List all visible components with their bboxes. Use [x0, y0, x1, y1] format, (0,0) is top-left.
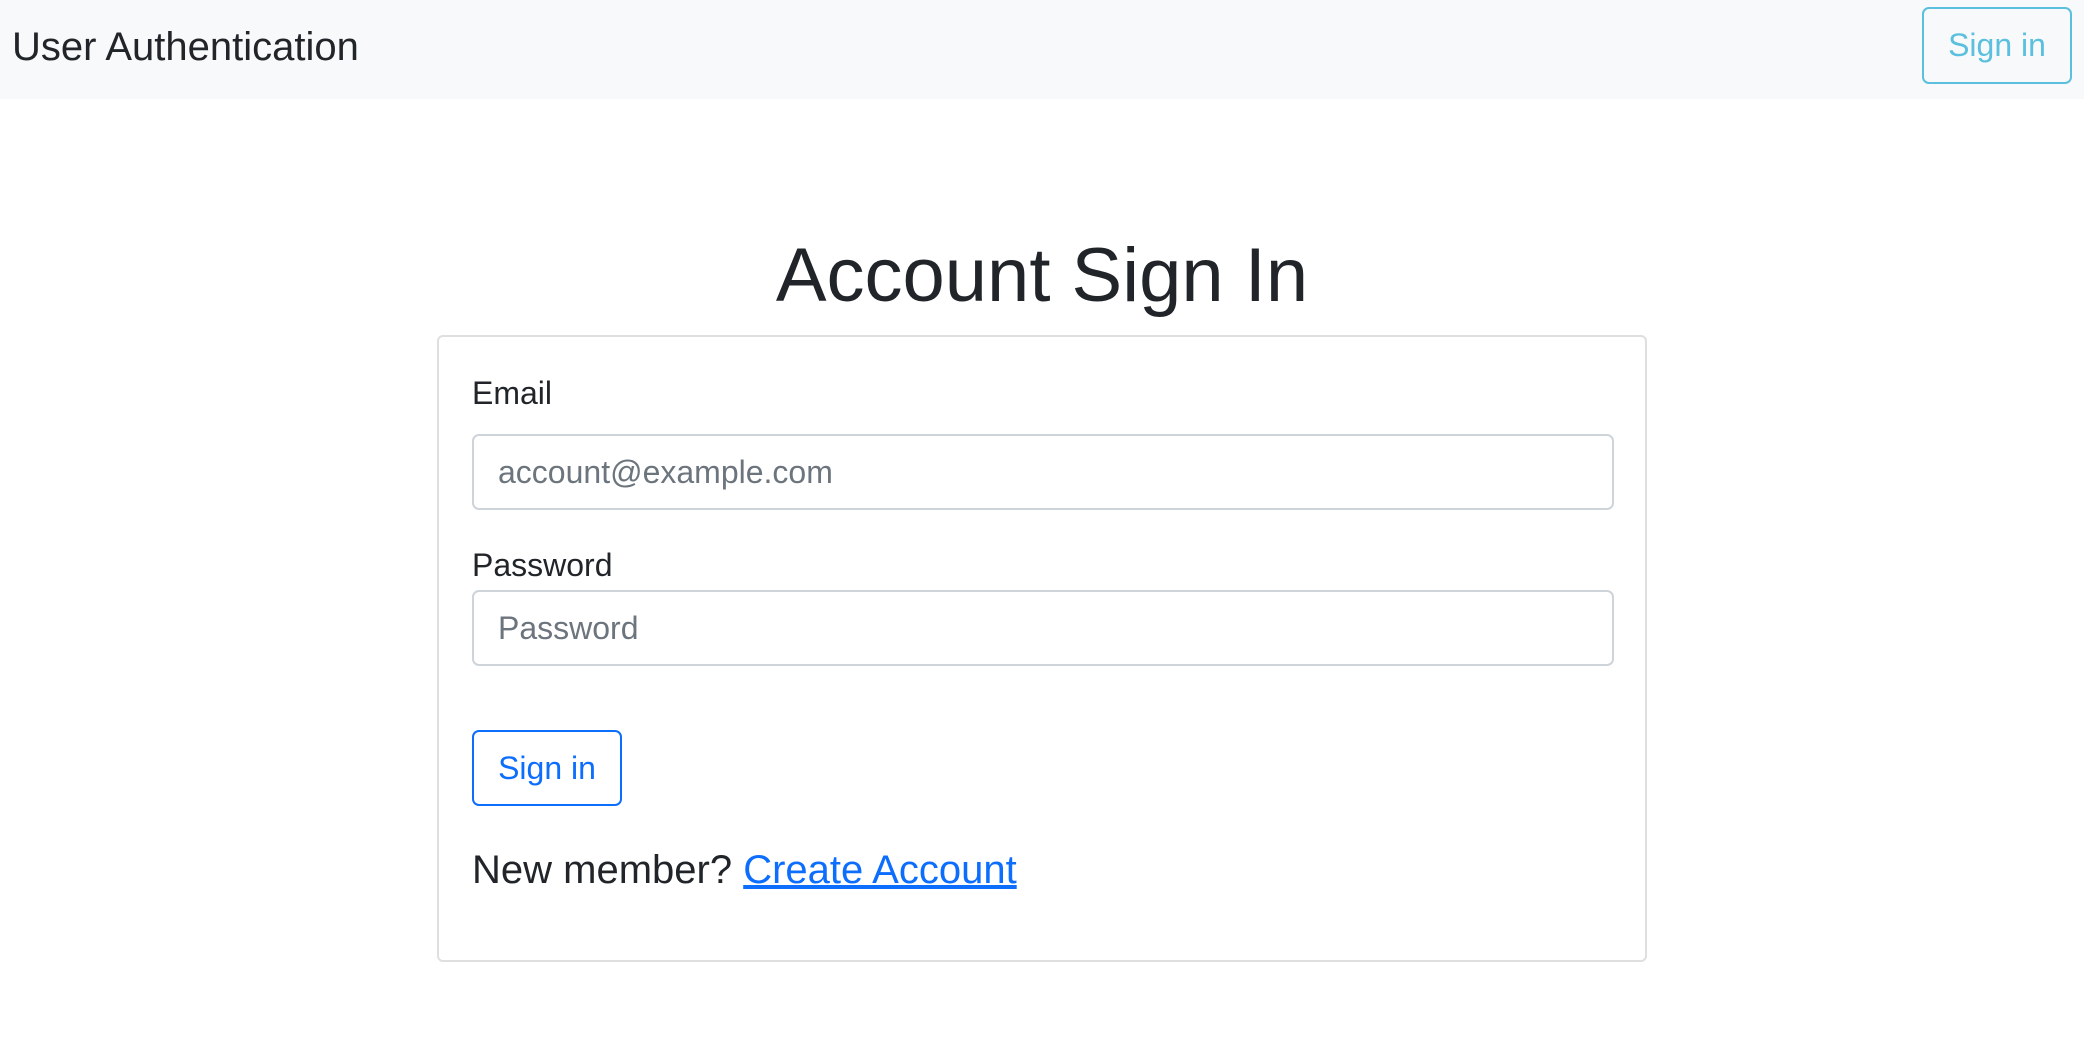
- email-input[interactable]: [472, 434, 1614, 510]
- create-account-link[interactable]: Create Account: [743, 848, 1017, 892]
- password-input[interactable]: [472, 590, 1614, 666]
- new-member-prompt: New member? Create Account: [472, 845, 1017, 895]
- sign-in-card: Email Password Sign in New member? Creat…: [437, 335, 1647, 962]
- navbar-brand[interactable]: User Authentication: [12, 22, 359, 72]
- top-navbar: User Authentication Sign in: [0, 0, 2084, 99]
- navbar-sign-in-button[interactable]: Sign in: [1922, 7, 2072, 84]
- new-member-text: New member?: [472, 848, 733, 892]
- page-title: Account Sign In: [775, 233, 1309, 318]
- email-label: Email: [472, 375, 553, 411]
- password-label: Password: [472, 547, 613, 583]
- sign-in-button[interactable]: Sign in: [472, 730, 622, 806]
